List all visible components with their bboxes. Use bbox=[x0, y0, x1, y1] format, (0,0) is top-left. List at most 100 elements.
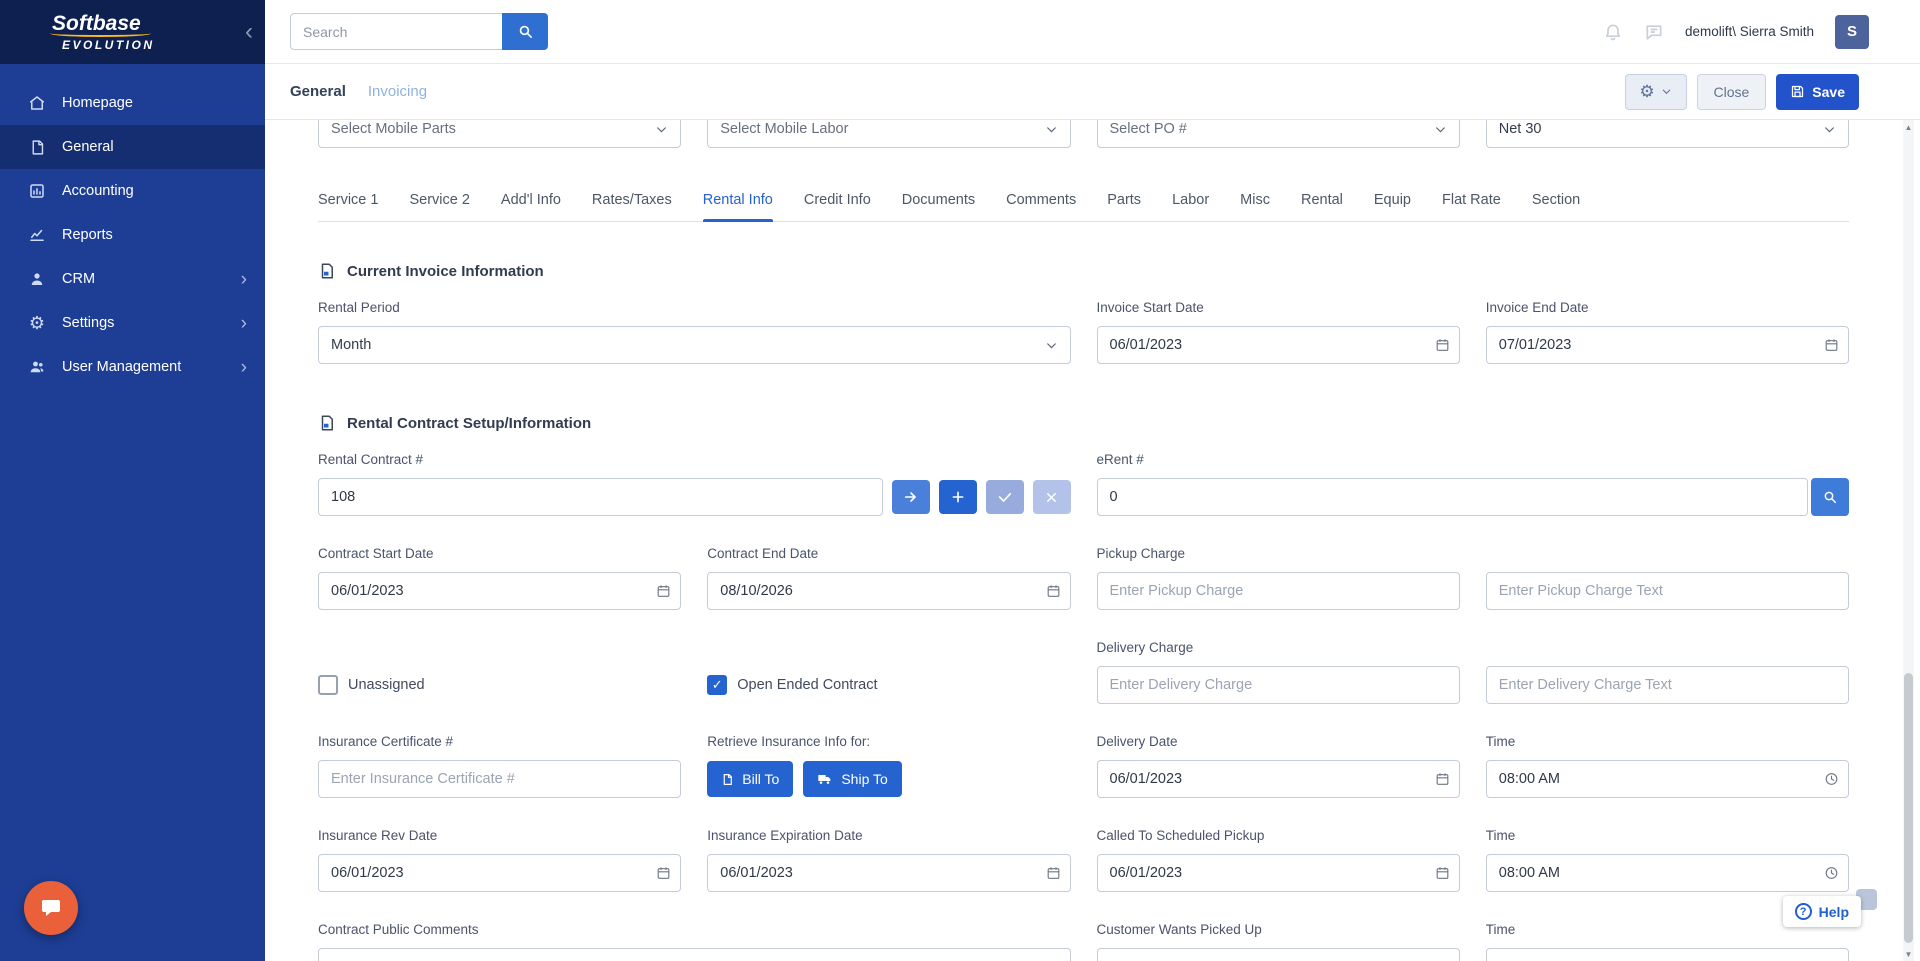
delivery-time-input[interactable] bbox=[1486, 760, 1849, 798]
clock-icon[interactable] bbox=[1824, 866, 1839, 881]
form-tab-documents[interactable]: Documents bbox=[902, 192, 975, 221]
customer-wants-picked-up-input[interactable] bbox=[1097, 948, 1460, 961]
po-number-select[interactable]: Select PO # bbox=[1097, 120, 1460, 148]
calendar-icon[interactable] bbox=[656, 866, 671, 881]
clock-icon[interactable] bbox=[1824, 772, 1839, 787]
cancel-contract-button[interactable] bbox=[1033, 480, 1071, 514]
comments-row: Contract Public Comments Customer Wants … bbox=[318, 922, 1849, 961]
scroll-down-arrow[interactable]: ▼ bbox=[1903, 947, 1914, 961]
contract-end-date-field: Contract End Date bbox=[707, 546, 1070, 610]
insurance-certificate-input[interactable] bbox=[318, 760, 681, 798]
chevron-right-icon: › bbox=[241, 314, 247, 333]
delivery-charge-input[interactable] bbox=[1097, 666, 1460, 704]
document-icon bbox=[27, 139, 47, 156]
bill-to-button[interactable]: Bill To bbox=[707, 761, 793, 797]
sidebar-item-crm[interactable]: CRM › bbox=[0, 257, 265, 301]
calendar-icon[interactable] bbox=[1435, 866, 1450, 881]
tab-general[interactable]: General bbox=[290, 83, 346, 100]
mobile-parts-select[interactable]: Select Mobile Parts bbox=[318, 120, 681, 148]
invoice-document-icon bbox=[318, 262, 336, 280]
called-time-input[interactable] bbox=[1486, 854, 1849, 892]
contract-public-comments-textarea[interactable] bbox=[318, 948, 1071, 961]
save-button[interactable]: Save bbox=[1776, 74, 1859, 110]
customer-pickup-time-input[interactable] bbox=[1486, 948, 1849, 961]
form-tab-comments[interactable]: Comments bbox=[1006, 192, 1076, 221]
unassigned-checkbox[interactable]: Unassigned bbox=[318, 666, 681, 704]
sidebar-item-accounting[interactable]: Accounting bbox=[0, 169, 265, 213]
confirm-contract-button[interactable] bbox=[986, 480, 1024, 514]
checkbox-delivery-row: Unassigned Open Ended Contract Delivery … bbox=[318, 640, 1849, 704]
sidebar-item-homepage[interactable]: Homepage bbox=[0, 81, 265, 125]
delivery-charge-text-input[interactable] bbox=[1486, 666, 1849, 704]
form-tab-rates-taxes[interactable]: Rates/Taxes bbox=[592, 192, 672, 221]
avatar[interactable]: S bbox=[1835, 15, 1869, 49]
ship-to-button[interactable]: Ship To bbox=[803, 761, 901, 797]
customer-pickup-time-field: Time bbox=[1486, 922, 1849, 961]
form-tab-misc[interactable]: Misc bbox=[1240, 192, 1270, 221]
open-ended-contract-checkbox[interactable]: Open Ended Contract bbox=[707, 666, 1070, 704]
add-contract-button[interactable] bbox=[939, 480, 977, 514]
scroll-up-arrow[interactable]: ▲ bbox=[1903, 120, 1914, 134]
mobile-labor-select[interactable]: Select Mobile Labor bbox=[707, 120, 1070, 148]
sidebar-item-general[interactable]: General bbox=[0, 125, 265, 169]
called-time-field: Time bbox=[1486, 828, 1849, 892]
close-button[interactable]: Close bbox=[1697, 74, 1767, 110]
invoice-start-date-input[interactable] bbox=[1097, 326, 1460, 364]
messages-icon[interactable] bbox=[1644, 22, 1664, 42]
chat-widget-button[interactable] bbox=[24, 881, 78, 935]
go-to-contract-button[interactable] bbox=[892, 480, 930, 514]
pickup-charge-input[interactable] bbox=[1097, 572, 1460, 610]
form-tab-addl-info[interactable]: Add'l Info bbox=[501, 192, 561, 221]
terms-select[interactable]: Net 30 bbox=[1486, 120, 1849, 148]
delivery-date-input[interactable] bbox=[1097, 760, 1460, 798]
form-tab-labor[interactable]: Labor bbox=[1172, 192, 1209, 221]
calendar-icon[interactable] bbox=[656, 584, 671, 599]
form-tab-rental-info[interactable]: Rental Info bbox=[703, 192, 773, 221]
search-input[interactable] bbox=[290, 13, 502, 50]
pickup-charge-text-input[interactable] bbox=[1486, 572, 1849, 610]
called-to-scheduled-pickup-input[interactable] bbox=[1097, 854, 1460, 892]
scrollbar-thumb[interactable] bbox=[1904, 673, 1913, 943]
form-tab-equip[interactable]: Equip bbox=[1374, 192, 1411, 221]
rental-period-select[interactable]: Month bbox=[318, 326, 1071, 364]
form-tab-service-2[interactable]: Service 2 bbox=[409, 192, 469, 221]
pickup-charge-text-field bbox=[1486, 546, 1849, 610]
calendar-icon[interactable] bbox=[1046, 584, 1061, 599]
main-content: General Invoicing ⚙ Close Save Select Mo… bbox=[265, 64, 1920, 961]
calendar-icon[interactable] bbox=[1824, 338, 1839, 353]
form-tab-section[interactable]: Section bbox=[1532, 192, 1580, 221]
form-tab-flat-rate[interactable]: Flat Rate bbox=[1442, 192, 1501, 221]
rental-contract-number-input[interactable] bbox=[318, 478, 883, 516]
notifications-bell-icon[interactable] bbox=[1603, 22, 1623, 42]
form-tab-rental[interactable]: Rental bbox=[1301, 192, 1343, 221]
contract-end-date-input[interactable] bbox=[707, 572, 1070, 610]
question-circle-icon: ? bbox=[1795, 903, 1812, 920]
sidebar-item-settings[interactable]: ⚙ Settings › bbox=[0, 301, 265, 345]
calendar-icon[interactable] bbox=[1046, 866, 1061, 881]
invoice-end-date-input[interactable] bbox=[1486, 326, 1849, 364]
insurance-rev-date-input[interactable] bbox=[318, 854, 681, 892]
erent-search-button[interactable] bbox=[1811, 478, 1849, 516]
form-tab-parts[interactable]: Parts bbox=[1107, 192, 1141, 221]
delivery-time-field: Time bbox=[1486, 734, 1849, 798]
form-tab-credit-info[interactable]: Credit Info bbox=[804, 192, 871, 221]
sidebar-item-user-management[interactable]: User Management › bbox=[0, 345, 265, 389]
settings-dropdown-button[interactable]: ⚙ bbox=[1625, 74, 1687, 110]
invoice-start-date-label: Invoice Start Date bbox=[1097, 300, 1460, 317]
form-tab-service-1[interactable]: Service 1 bbox=[318, 192, 378, 221]
sidebar-item-reports[interactable]: Reports bbox=[0, 213, 265, 257]
calendar-icon[interactable] bbox=[1435, 338, 1450, 353]
sidebar-item-label: CRM bbox=[62, 271, 95, 287]
insurance-expiration-date-input[interactable] bbox=[707, 854, 1070, 892]
calendar-icon[interactable] bbox=[1435, 772, 1450, 787]
truck-icon bbox=[817, 771, 833, 787]
vertical-scrollbar[interactable]: ▲ ▼ bbox=[1903, 120, 1914, 961]
tab-invoicing[interactable]: Invoicing bbox=[368, 83, 427, 100]
erent-number-input[interactable] bbox=[1097, 478, 1809, 516]
checkbox-icon bbox=[318, 675, 338, 695]
delivery-charge-field: Delivery Charge bbox=[1097, 640, 1460, 704]
search-button[interactable] bbox=[502, 13, 548, 50]
collapse-sidebar-icon[interactable]: ‹ bbox=[245, 20, 253, 44]
help-button[interactable]: ? Help bbox=[1783, 896, 1861, 927]
contract-start-date-input[interactable] bbox=[318, 572, 681, 610]
